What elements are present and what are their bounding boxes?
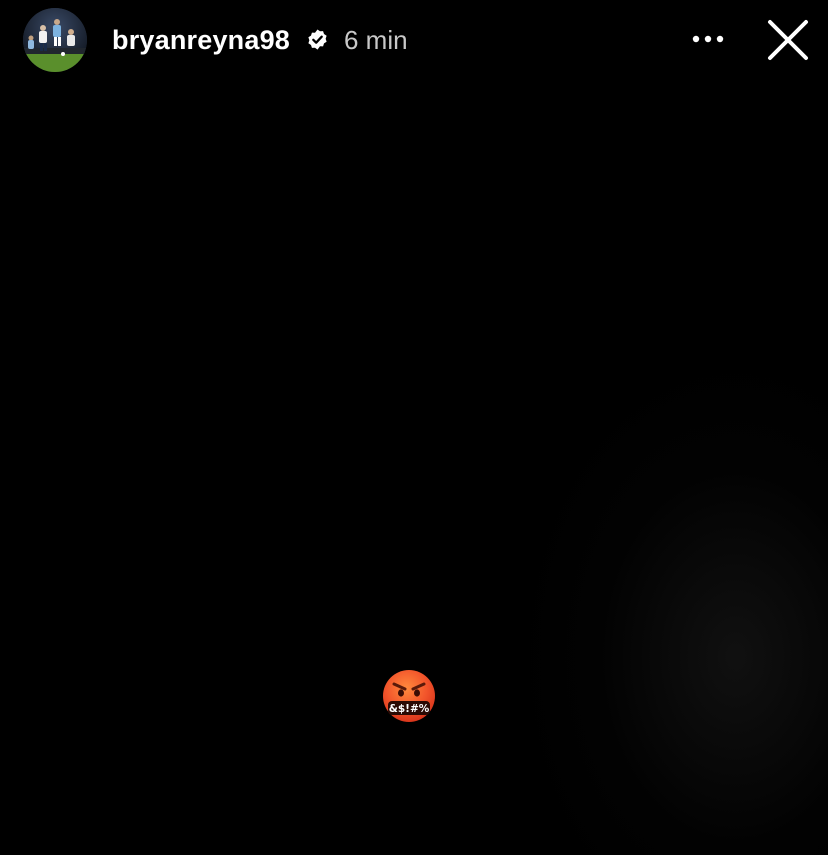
close-story-button[interactable] <box>764 16 812 64</box>
story-author-username[interactable]: bryanreyna98 <box>112 22 290 58</box>
story-header: bryanreyna98 6 min <box>0 0 828 80</box>
avatar[interactable] <box>23 8 87 72</box>
verified-badge-icon <box>308 29 327 50</box>
close-icon <box>768 20 808 60</box>
story-photo-shadow <box>520 360 828 855</box>
more-horizontal-icon <box>692 35 724 43</box>
more-options-button[interactable] <box>684 22 732 56</box>
avatar-photo <box>23 8 87 72</box>
face-with-symbols-on-mouth-emoji[interactable]: &$!#% <box>381 668 437 724</box>
story-timestamp: 6 min <box>344 25 408 55</box>
emoji-symbols-text: &$!#% <box>389 703 430 715</box>
story-viewer[interactable]: bryanreyna98 6 min &$!#% <box>0 0 828 855</box>
